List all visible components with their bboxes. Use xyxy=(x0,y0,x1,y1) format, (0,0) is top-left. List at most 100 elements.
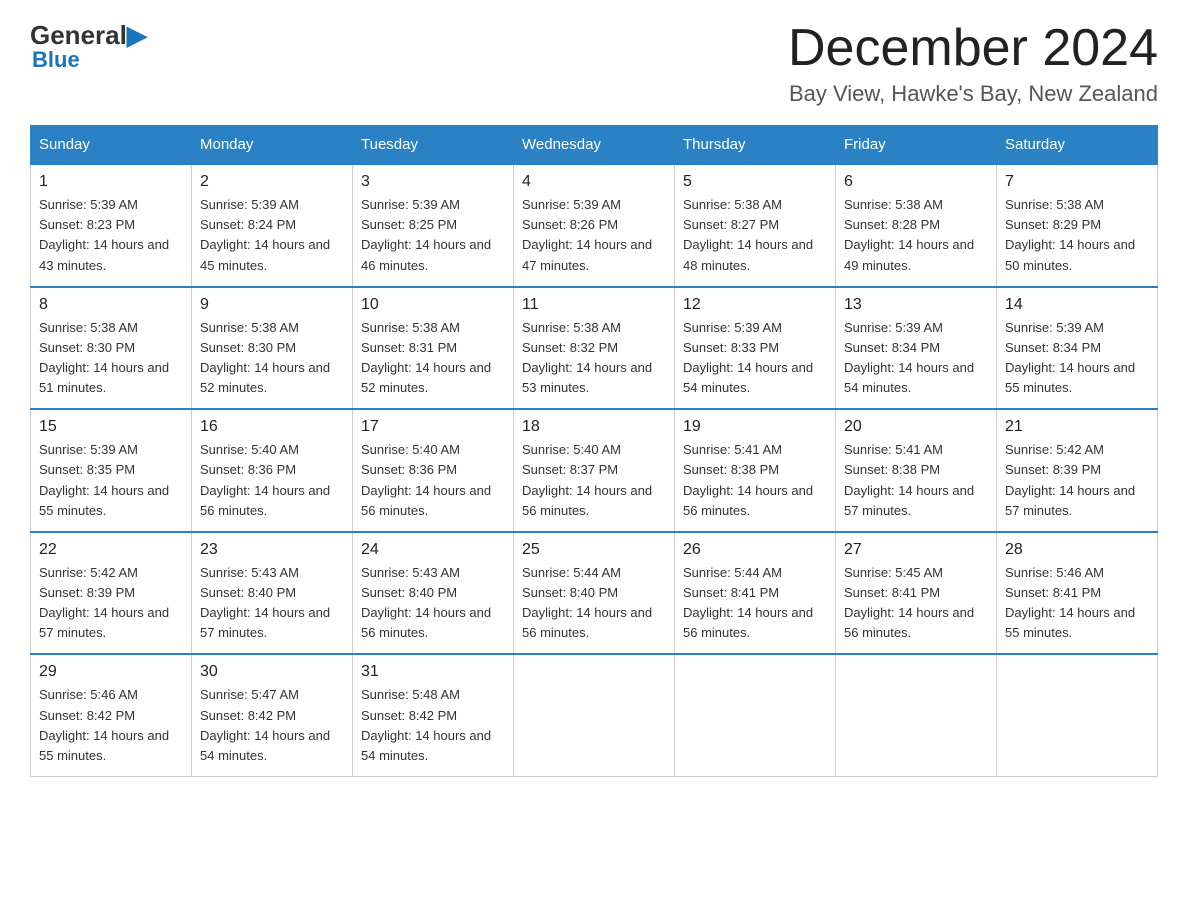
calendar-cell: 5 Sunrise: 5:38 AM Sunset: 8:27 PM Dayli… xyxy=(675,164,836,287)
calendar-week-row-1: 1 Sunrise: 5:39 AM Sunset: 8:23 PM Dayli… xyxy=(31,164,1158,287)
day-info: Sunrise: 5:38 AM Sunset: 8:30 PM Dayligh… xyxy=(200,318,344,399)
day-info: Sunrise: 5:41 AM Sunset: 8:38 PM Dayligh… xyxy=(844,440,988,521)
calendar-cell: 30 Sunrise: 5:47 AM Sunset: 8:42 PM Dayl… xyxy=(192,654,353,776)
day-number: 3 xyxy=(361,173,505,191)
calendar-cell: 28 Sunrise: 5:46 AM Sunset: 8:41 PM Dayl… xyxy=(997,532,1158,655)
day-number: 1 xyxy=(39,173,183,191)
calendar-cell: 3 Sunrise: 5:39 AM Sunset: 8:25 PM Dayli… xyxy=(353,164,514,287)
day-number: 7 xyxy=(1005,173,1149,191)
day-number: 20 xyxy=(844,418,988,436)
day-info: Sunrise: 5:45 AM Sunset: 8:41 PM Dayligh… xyxy=(844,563,988,644)
calendar-cell: 11 Sunrise: 5:38 AM Sunset: 8:32 PM Dayl… xyxy=(514,287,675,410)
day-info: Sunrise: 5:38 AM Sunset: 8:28 PM Dayligh… xyxy=(844,195,988,276)
day-number: 25 xyxy=(522,541,666,559)
day-number: 23 xyxy=(200,541,344,559)
day-info: Sunrise: 5:43 AM Sunset: 8:40 PM Dayligh… xyxy=(200,563,344,644)
day-number: 16 xyxy=(200,418,344,436)
calendar-cell: 26 Sunrise: 5:44 AM Sunset: 8:41 PM Dayl… xyxy=(675,532,836,655)
day-info: Sunrise: 5:42 AM Sunset: 8:39 PM Dayligh… xyxy=(1005,440,1149,521)
day-info: Sunrise: 5:39 AM Sunset: 8:24 PM Dayligh… xyxy=(200,195,344,276)
page-header: General ▶ Blue December 2024 Bay View, H… xyxy=(30,20,1158,107)
day-number: 12 xyxy=(683,296,827,314)
day-number: 14 xyxy=(1005,296,1149,314)
calendar-cell: 13 Sunrise: 5:39 AM Sunset: 8:34 PM Dayl… xyxy=(836,287,997,410)
day-info: Sunrise: 5:40 AM Sunset: 8:36 PM Dayligh… xyxy=(361,440,505,521)
calendar-cell: 14 Sunrise: 5:39 AM Sunset: 8:34 PM Dayl… xyxy=(997,287,1158,410)
calendar-cell: 29 Sunrise: 5:46 AM Sunset: 8:42 PM Dayl… xyxy=(31,654,192,776)
day-number: 27 xyxy=(844,541,988,559)
calendar-cell: 25 Sunrise: 5:44 AM Sunset: 8:40 PM Dayl… xyxy=(514,532,675,655)
calendar-cell: 15 Sunrise: 5:39 AM Sunset: 8:35 PM Dayl… xyxy=(31,409,192,532)
calendar-cell: 31 Sunrise: 5:48 AM Sunset: 8:42 PM Dayl… xyxy=(353,654,514,776)
day-info: Sunrise: 5:38 AM Sunset: 8:27 PM Dayligh… xyxy=(683,195,827,276)
calendar-cell xyxy=(514,654,675,776)
day-info: Sunrise: 5:38 AM Sunset: 8:32 PM Dayligh… xyxy=(522,318,666,399)
header-saturday: Saturday xyxy=(997,126,1158,165)
day-number: 10 xyxy=(361,296,505,314)
day-info: Sunrise: 5:39 AM Sunset: 8:23 PM Dayligh… xyxy=(39,195,183,276)
day-info: Sunrise: 5:39 AM Sunset: 8:34 PM Dayligh… xyxy=(844,318,988,399)
day-info: Sunrise: 5:42 AM Sunset: 8:39 PM Dayligh… xyxy=(39,563,183,644)
day-info: Sunrise: 5:40 AM Sunset: 8:37 PM Dayligh… xyxy=(522,440,666,521)
calendar-cell: 8 Sunrise: 5:38 AM Sunset: 8:30 PM Dayli… xyxy=(31,287,192,410)
calendar-cell xyxy=(997,654,1158,776)
title-area: December 2024 Bay View, Hawke's Bay, New… xyxy=(788,20,1158,107)
calendar-table: Sunday Monday Tuesday Wednesday Thursday… xyxy=(30,125,1158,777)
day-info: Sunrise: 5:44 AM Sunset: 8:40 PM Dayligh… xyxy=(522,563,666,644)
day-number: 30 xyxy=(200,663,344,681)
day-number: 21 xyxy=(1005,418,1149,436)
day-number: 17 xyxy=(361,418,505,436)
day-info: Sunrise: 5:43 AM Sunset: 8:40 PM Dayligh… xyxy=(361,563,505,644)
calendar-cell: 18 Sunrise: 5:40 AM Sunset: 8:37 PM Dayl… xyxy=(514,409,675,532)
day-number: 9 xyxy=(200,296,344,314)
header-sunday: Sunday xyxy=(31,126,192,165)
header-tuesday: Tuesday xyxy=(353,126,514,165)
calendar-cell: 22 Sunrise: 5:42 AM Sunset: 8:39 PM Dayl… xyxy=(31,532,192,655)
day-info: Sunrise: 5:38 AM Sunset: 8:30 PM Dayligh… xyxy=(39,318,183,399)
day-info: Sunrise: 5:48 AM Sunset: 8:42 PM Dayligh… xyxy=(361,685,505,766)
day-number: 26 xyxy=(683,541,827,559)
calendar-cell: 27 Sunrise: 5:45 AM Sunset: 8:41 PM Dayl… xyxy=(836,532,997,655)
month-title: December 2024 xyxy=(788,20,1158,77)
logo-blue-subtitle: Blue xyxy=(32,47,80,73)
day-number: 15 xyxy=(39,418,183,436)
day-info: Sunrise: 5:39 AM Sunset: 8:33 PM Dayligh… xyxy=(683,318,827,399)
header-friday: Friday xyxy=(836,126,997,165)
day-number: 31 xyxy=(361,663,505,681)
calendar-week-row-2: 8 Sunrise: 5:38 AM Sunset: 8:30 PM Dayli… xyxy=(31,287,1158,410)
day-number: 11 xyxy=(522,296,666,314)
calendar-cell xyxy=(675,654,836,776)
day-number: 2 xyxy=(200,173,344,191)
day-info: Sunrise: 5:40 AM Sunset: 8:36 PM Dayligh… xyxy=(200,440,344,521)
calendar-cell: 4 Sunrise: 5:39 AM Sunset: 8:26 PM Dayli… xyxy=(514,164,675,287)
calendar-cell: 21 Sunrise: 5:42 AM Sunset: 8:39 PM Dayl… xyxy=(997,409,1158,532)
calendar-week-row-4: 22 Sunrise: 5:42 AM Sunset: 8:39 PM Dayl… xyxy=(31,532,1158,655)
day-number: 19 xyxy=(683,418,827,436)
calendar-cell: 19 Sunrise: 5:41 AM Sunset: 8:38 PM Dayl… xyxy=(675,409,836,532)
calendar-cell: 1 Sunrise: 5:39 AM Sunset: 8:23 PM Dayli… xyxy=(31,164,192,287)
day-number: 5 xyxy=(683,173,827,191)
day-number: 6 xyxy=(844,173,988,191)
day-number: 8 xyxy=(39,296,183,314)
calendar-cell: 23 Sunrise: 5:43 AM Sunset: 8:40 PM Dayl… xyxy=(192,532,353,655)
day-info: Sunrise: 5:39 AM Sunset: 8:34 PM Dayligh… xyxy=(1005,318,1149,399)
calendar-cell: 20 Sunrise: 5:41 AM Sunset: 8:38 PM Dayl… xyxy=(836,409,997,532)
header-monday: Monday xyxy=(192,126,353,165)
calendar-cell: 7 Sunrise: 5:38 AM Sunset: 8:29 PM Dayli… xyxy=(997,164,1158,287)
day-info: Sunrise: 5:39 AM Sunset: 8:26 PM Dayligh… xyxy=(522,195,666,276)
calendar-cell xyxy=(836,654,997,776)
location-title: Bay View, Hawke's Bay, New Zealand xyxy=(788,81,1158,107)
day-info: Sunrise: 5:38 AM Sunset: 8:29 PM Dayligh… xyxy=(1005,195,1149,276)
header-wednesday: Wednesday xyxy=(514,126,675,165)
calendar-week-row-3: 15 Sunrise: 5:39 AM Sunset: 8:35 PM Dayl… xyxy=(31,409,1158,532)
day-number: 28 xyxy=(1005,541,1149,559)
header-thursday: Thursday xyxy=(675,126,836,165)
calendar-cell: 2 Sunrise: 5:39 AM Sunset: 8:24 PM Dayli… xyxy=(192,164,353,287)
day-number: 18 xyxy=(522,418,666,436)
logo: General ▶ Blue xyxy=(30,20,147,73)
day-number: 24 xyxy=(361,541,505,559)
day-number: 22 xyxy=(39,541,183,559)
day-number: 4 xyxy=(522,173,666,191)
calendar-cell: 16 Sunrise: 5:40 AM Sunset: 8:36 PM Dayl… xyxy=(192,409,353,532)
day-info: Sunrise: 5:39 AM Sunset: 8:35 PM Dayligh… xyxy=(39,440,183,521)
